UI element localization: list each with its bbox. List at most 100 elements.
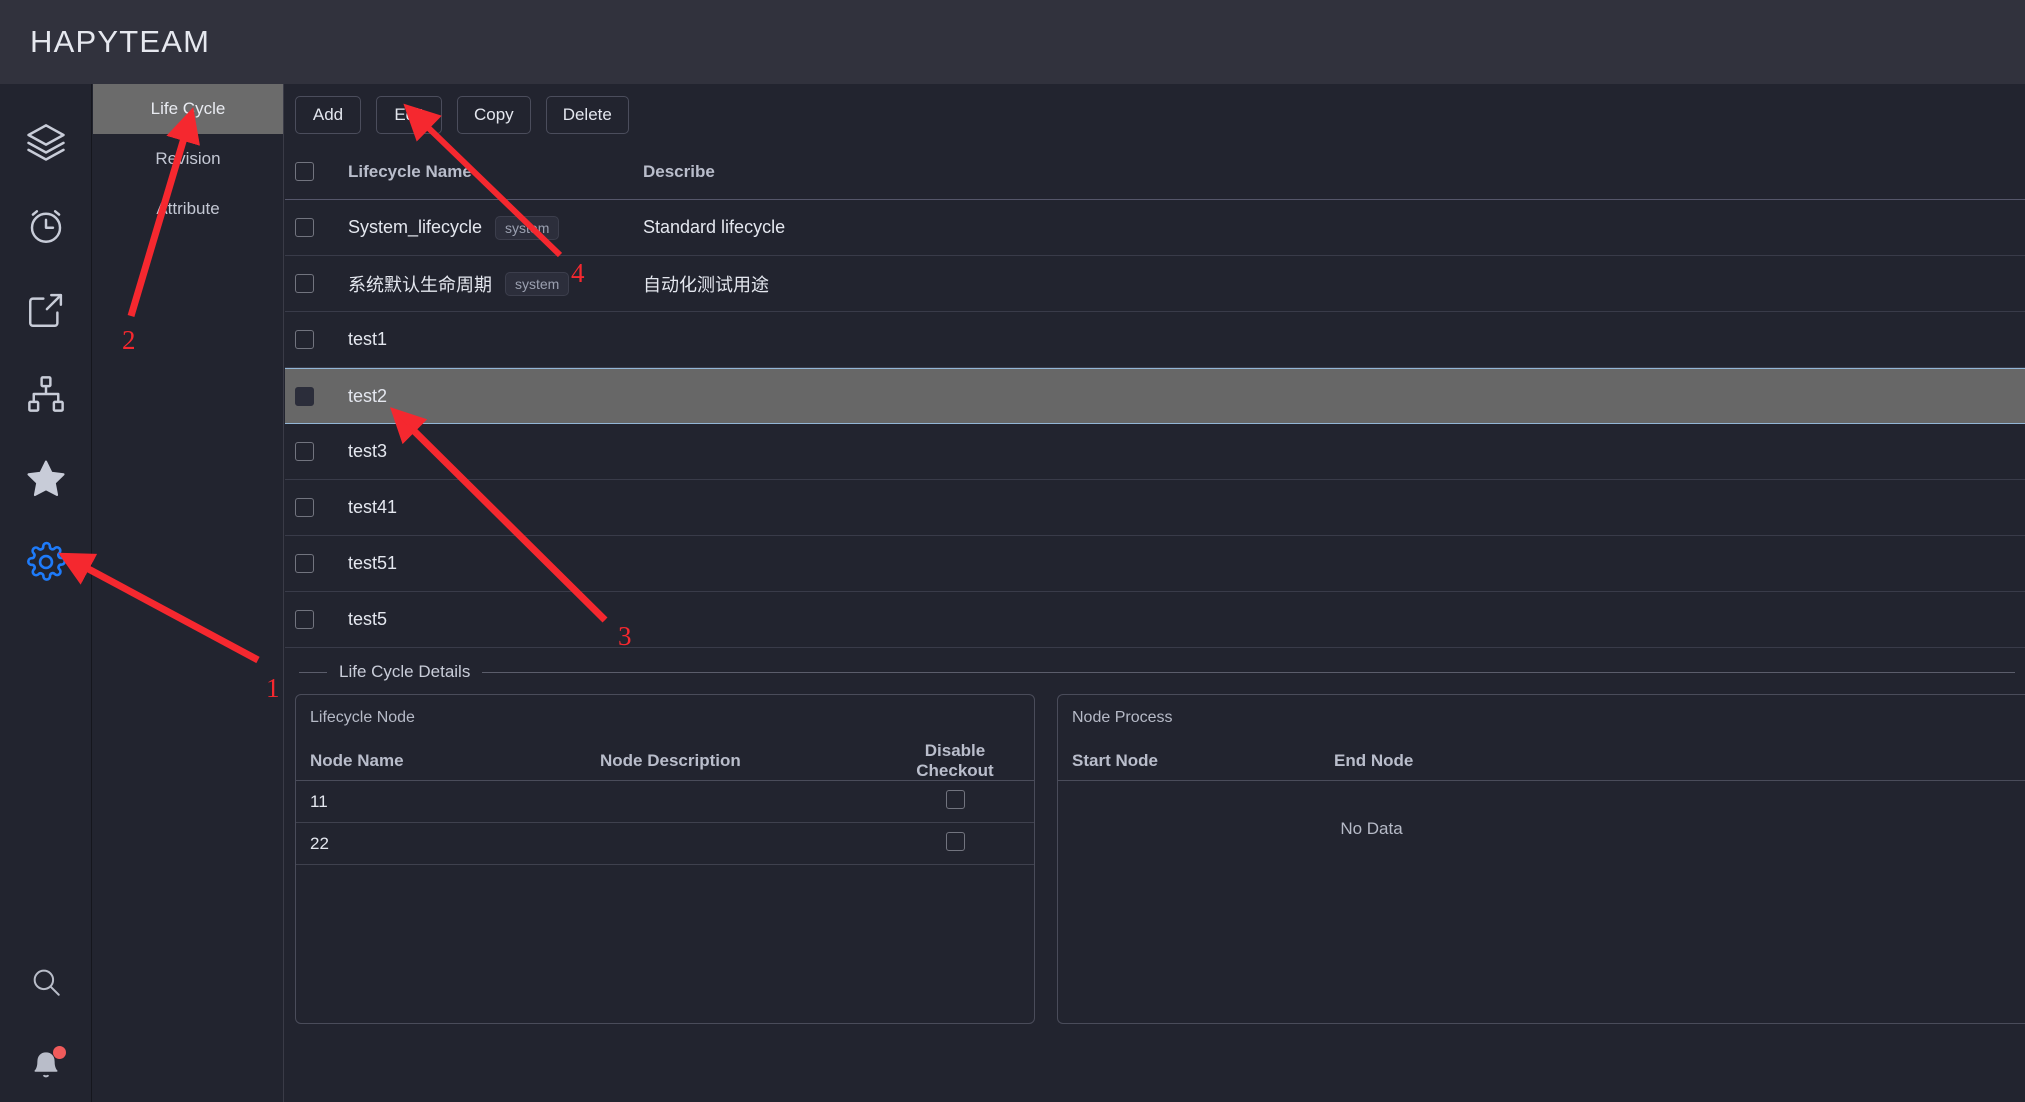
cell-disable-checkout <box>890 789 1020 814</box>
lifecycle-name-text: test3 <box>348 441 388 461</box>
row-checkbox[interactable] <box>295 442 314 461</box>
column-header-disable-checkout[interactable]: Disable Checkout <box>890 741 1020 781</box>
rail-item-share[interactable] <box>18 282 74 338</box>
column-header-start-node[interactable]: Start Node <box>1072 751 1334 771</box>
cell-describe: 自动化测试用途 <box>643 274 769 295</box>
rail-item-history[interactable] <box>18 198 74 254</box>
edit-button[interactable]: Edit <box>376 96 442 134</box>
sidebar-item-life-cycle[interactable]: Life Cycle <box>93 84 283 134</box>
share-export-icon <box>25 289 67 331</box>
rail-item-notifications[interactable] <box>18 1038 74 1094</box>
row-checkbox[interactable] <box>295 498 314 517</box>
row-select-cell <box>295 554 348 573</box>
row-checkbox[interactable] <box>295 330 314 349</box>
rail-item-structure[interactable] <box>18 366 74 422</box>
column-header-describe[interactable]: Describe <box>643 162 2025 182</box>
select-all-cell <box>295 162 348 181</box>
rail-item-search[interactable] <box>18 954 74 1010</box>
disable-checkout-checkbox[interactable] <box>945 831 965 851</box>
column-header-lifecycle-name[interactable]: Lifecycle Name <box>348 162 643 182</box>
table-row[interactable]: System_lifecycle system Standard lifecycle <box>285 200 2025 256</box>
node-process-empty-state: No Data <box>1340 819 1403 838</box>
cell-lifecycle-name: test51 <box>348 553 643 574</box>
lifecycle-name-text: test2 <box>348 385 388 406</box>
lifecycle-name-text: test1 <box>348 329 388 349</box>
lifecycle-name-text: test41 <box>348 497 398 517</box>
rail-item-settings[interactable] <box>18 534 74 590</box>
separator-dash-left <box>299 671 327 673</box>
star-icon <box>25 457 67 499</box>
node-table-row[interactable]: 11 <box>296 781 1034 823</box>
lifecycle-name-text: test5 <box>348 609 388 629</box>
app-brand-title: HAPYTEAM <box>30 24 211 59</box>
main-content: Add Edit Copy Delete Lifecycle Name Desc… <box>285 84 2025 1102</box>
cell-lifecycle-name: System_lifecycle system <box>348 215 643 240</box>
sidebar-item-attribute[interactable]: Attribute <box>93 184 283 234</box>
sidebar-item-label: Revision <box>155 149 221 168</box>
lifecycle-name-text: 系统默认生命周期 <box>348 274 492 295</box>
top-header-bar: HAPYTEAM <box>0 0 2025 84</box>
row-checkbox[interactable] <box>295 218 314 237</box>
left-icon-rail <box>0 84 92 1102</box>
life-cycle-details-label: Life Cycle Details <box>339 662 471 681</box>
table-header-row: Lifecycle Name Describe <box>285 144 2025 200</box>
system-badge: system <box>505 271 570 296</box>
row-select-cell <box>295 386 348 406</box>
add-button[interactable]: Add <box>295 96 361 134</box>
lifecycle-node-panel: Lifecycle Node Node Name Node Descriptio… <box>295 694 1035 1024</box>
row-select-cell <box>295 498 348 517</box>
rail-item-layers[interactable] <box>18 114 74 170</box>
cell-lifecycle-name: test1 <box>348 329 643 350</box>
cell-node-name: 11 <box>310 791 328 811</box>
cell-lifecycle-name: test41 <box>348 497 643 518</box>
column-header-node-description[interactable]: Node Description <box>600 751 890 771</box>
row-select-cell <box>295 610 348 629</box>
row-select-cell <box>295 274 348 293</box>
search-icon <box>29 965 63 999</box>
life-cycle-details-separator: Life Cycle Details <box>285 662 2025 682</box>
cell-disable-checkout <box>890 831 1020 856</box>
node-process-panel: Node Process Start Node End Node No Data <box>1057 694 2025 1024</box>
table-row[interactable]: test5 <box>285 592 2025 648</box>
separator-line-right <box>482 671 2015 673</box>
cell-lifecycle-name: 系统默认生命周期 system <box>348 271 643 297</box>
row-select-cell <box>295 330 348 349</box>
disable-checkout-checkbox[interactable] <box>945 789 965 809</box>
lifecycle-name-text: System_lifecycle <box>348 217 483 237</box>
lifecycle-name-text: test51 <box>348 553 398 573</box>
select-all-checkbox[interactable] <box>295 162 314 181</box>
node-process-panel-title: Node Process <box>1072 709 1173 726</box>
row-select-cell <box>295 218 348 237</box>
table-row[interactable]: test51 <box>285 536 2025 592</box>
cell-describe: Standard lifecycle <box>643 217 786 237</box>
secondary-nav: Life Cycle Revision Attribute <box>93 84 284 1102</box>
sidebar-item-revision[interactable]: Revision <box>93 134 283 184</box>
row-checkbox[interactable] <box>295 274 314 293</box>
action-toolbar: Add Edit Copy Delete <box>285 84 2025 144</box>
lifecycle-node-header-row: Node Name Node Description Disable Check… <box>296 741 1034 781</box>
row-checkbox[interactable] <box>295 610 314 629</box>
table-row[interactable]: test1 <box>285 312 2025 368</box>
row-select-cell <box>295 442 348 461</box>
row-checkbox[interactable] <box>295 554 314 573</box>
system-badge: system <box>495 215 560 240</box>
delete-button[interactable]: Delete <box>545 96 629 134</box>
cell-node-name: 22 <box>310 833 329 853</box>
node-process-header-row: Start Node End Node <box>1058 741 2025 781</box>
cell-lifecycle-name: test5 <box>348 609 643 630</box>
table-row[interactable]: test41 <box>285 480 2025 536</box>
copy-button[interactable]: Copy <box>457 96 531 134</box>
table-row[interactable]: 系统默认生命周期 system 自动化测试用途 <box>285 256 2025 312</box>
node-table-row[interactable]: 22 <box>296 823 1034 865</box>
table-row[interactable]: test3 <box>285 424 2025 480</box>
row-checkbox[interactable] <box>295 386 314 406</box>
table-row[interactable]: test2 <box>285 368 2025 424</box>
column-header-node-name[interactable]: Node Name <box>310 751 600 771</box>
lifecycle-node-table-body: 11 22 <box>296 781 1034 865</box>
lifecycle-node-panel-title: Lifecycle Node <box>310 709 415 726</box>
sitemap-icon <box>25 373 67 415</box>
column-header-end-node[interactable]: End Node <box>1334 751 2011 771</box>
layers-icon <box>25 121 67 163</box>
app-root: HAPYTEAM Life Cycle Revision Attribute A… <box>0 0 2025 1102</box>
rail-item-favorites[interactable] <box>18 450 74 506</box>
